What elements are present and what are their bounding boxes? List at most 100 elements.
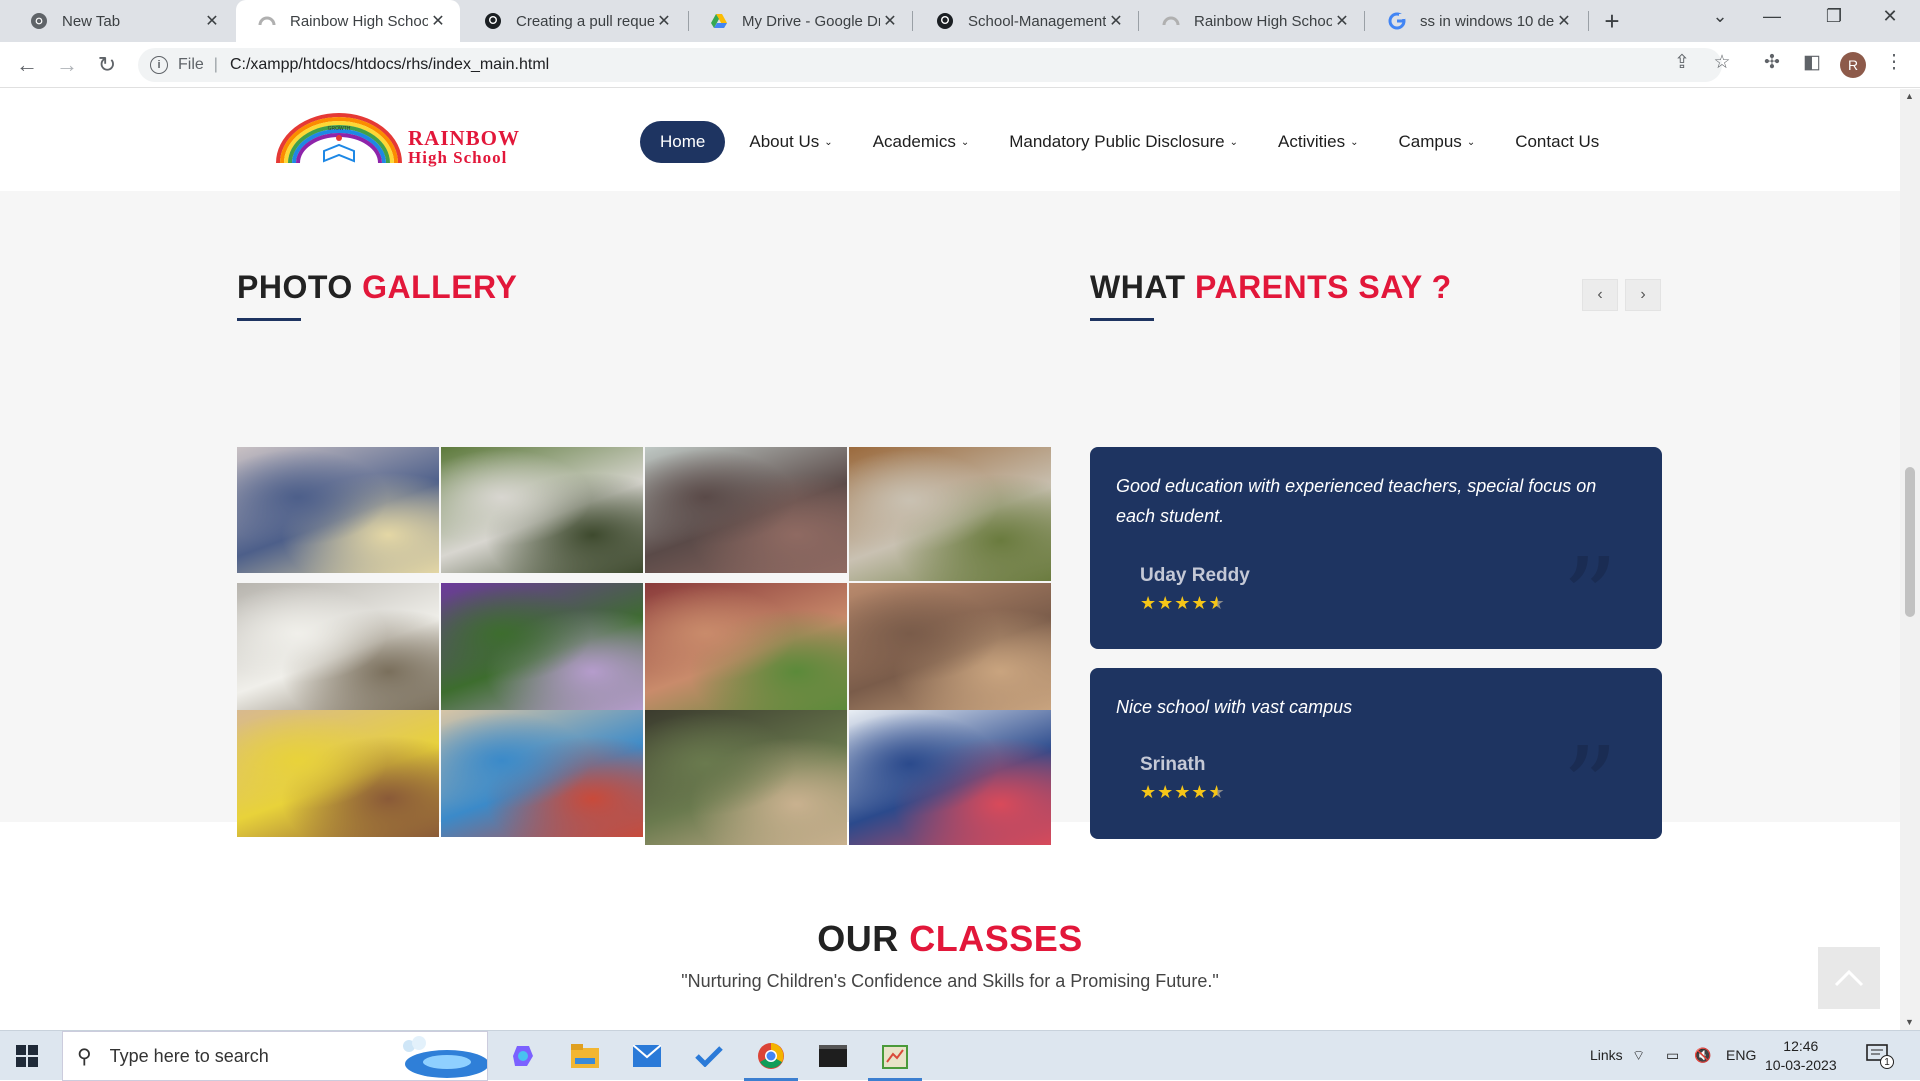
nav-campus[interactable]: Campus ⌄ <box>1383 121 1492 163</box>
menu-kebab-icon[interactable]: ⋮ <box>1880 51 1908 74</box>
tab-close-icon[interactable]: ✕ <box>1332 11 1352 31</box>
nav-about-us[interactable]: About Us ⌄ <box>733 121 848 163</box>
title-red-part: CLASSES <box>909 918 1083 959</box>
gallery-photo[interactable] <box>645 447 847 573</box>
page-scrollbar[interactable]: ▲ ▼ <box>1900 89 1920 1030</box>
bookmark-star-icon[interactable]: ☆ <box>1708 51 1736 74</box>
notification-icon[interactable]: 1 <box>1866 1043 1894 1069</box>
share-icon[interactable]: ⇪ <box>1668 51 1696 74</box>
gallery-photo[interactable] <box>441 447 643 573</box>
gallery-photo[interactable] <box>237 447 439 573</box>
nav-activities[interactable]: Activities ⌄ <box>1262 121 1374 163</box>
gallery-photo[interactable] <box>441 583 643 710</box>
title-red-part: GALLERY <box>362 269 518 305</box>
tab-google-drive[interactable]: My Drive - Google Dri ✕ <box>688 0 912 42</box>
windows-taskbar: ⚲ Type here to search Links ⌔ ▭ 🔇 ENG 12… <box>0 1030 1920 1081</box>
reload-icon[interactable]: ↻ <box>92 50 122 80</box>
gallery-photo[interactable] <box>645 710 847 845</box>
nav-mandatory-public-disclosure[interactable]: Mandatory Public Disclosure ⌄ <box>993 121 1254 163</box>
scroll-down-arrow-icon[interactable]: ▼ <box>1905 1017 1914 1027</box>
browser-tab-strip: New Tab ✕ Rainbow High School ✕ Creating… <box>0 0 1920 42</box>
nav-contact-us[interactable]: Contact Us <box>1499 121 1615 163</box>
nav-about-us-label: About Us <box>749 132 820 151</box>
gallery-photo[interactable] <box>645 583 847 710</box>
tab-search-chevron-icon[interactable]: ⌄ <box>1700 6 1740 27</box>
testimonial-quote: Nice school with vast campus <box>1116 697 1353 717</box>
back-arrow-icon[interactable]: ← <box>12 50 42 80</box>
network-icon[interactable]: ⌔ <box>1632 1047 1645 1065</box>
todo-check-icon[interactable] <box>694 1041 724 1071</box>
nav-academics[interactable]: Academics ⌄ <box>857 121 986 163</box>
logo-text-rainbow: RAINBOW <box>408 126 520 150</box>
scrollbar-thumb[interactable] <box>1905 467 1915 617</box>
tab-close-icon[interactable]: ✕ <box>880 11 900 31</box>
tab-close-icon[interactable]: ✕ <box>202 11 222 31</box>
tab-close-icon[interactable]: ✕ <box>1554 11 1574 31</box>
minimize-icon[interactable]: — <box>1752 6 1792 27</box>
tab-rainbow-high-school-active[interactable]: Rainbow High School ✕ <box>236 0 460 42</box>
restore-icon[interactable]: ❐ <box>1814 6 1854 27</box>
gallery-photo[interactable] <box>849 710 1051 845</box>
tab-close-icon[interactable]: ✕ <box>1106 11 1126 31</box>
battery-icon[interactable]: ▭ <box>1666 1047 1679 1064</box>
title-underline <box>1090 318 1154 321</box>
school-logo[interactable]: GROWTH RAINBOW High School <box>272 111 548 167</box>
terminal-icon[interactable] <box>818 1041 848 1071</box>
tab-close-icon[interactable]: ✕ <box>428 11 448 31</box>
copilot-icon[interactable] <box>508 1041 538 1071</box>
main-nav: Home About Us ⌄ Academics ⌄ Mandatory Publ… <box>640 121 1623 163</box>
taskbar-clock[interactable]: 12:46 10-03-2023 <box>1765 1037 1837 1075</box>
new-tab-plus-icon[interactable]: + <box>1598 7 1626 35</box>
close-window-icon[interactable]: ✕ <box>1870 6 1910 27</box>
scroll-to-top-button[interactable] <box>1818 947 1880 1009</box>
site-header: GROWTH RAINBOW High School Home About Us… <box>0 89 1900 191</box>
testimonial-author: Uday Reddy <box>1140 565 1250 586</box>
google-drive-icon <box>710 12 728 30</box>
language-indicator[interactable]: ENG <box>1726 1047 1756 1063</box>
file-explorer-icon[interactable] <box>570 1041 600 1071</box>
title-underline <box>237 318 301 321</box>
address-bar[interactable]: i File | C:/xampp/htdocs/htdocs/rhs/inde… <box>138 48 1722 82</box>
extensions-puzzle-icon[interactable]: ✣ <box>1758 51 1786 74</box>
gallery-photo[interactable] <box>237 710 439 837</box>
gallery-photo[interactable] <box>849 447 1051 581</box>
tab-title: My Drive - Google Dri <box>742 12 880 30</box>
clock-time: 12:46 <box>1783 1038 1819 1054</box>
url-text[interactable]: C:/xampp/htdocs/htdocs/rhs/index_main.ht… <box>230 56 549 74</box>
carousel-prev-button[interactable]: ‹ <box>1582 279 1618 311</box>
site-info-icon[interactable]: i <box>150 56 168 74</box>
nav-home[interactable]: Home <box>640 121 726 163</box>
mail-icon[interactable] <box>632 1041 662 1071</box>
tray-links-label[interactable]: Links <box>1590 1047 1623 1063</box>
testimonial-author: Srinath <box>1140 754 1206 775</box>
chrome-taskbar-icon[interactable] <box>756 1041 786 1071</box>
nav-campus-label: Campus <box>1398 132 1462 151</box>
tab-title: ss in windows 10 dell <box>1420 12 1554 30</box>
rainbow-favicon-icon <box>258 12 276 30</box>
volume-muted-icon[interactable]: 🔇 <box>1694 1047 1711 1064</box>
tab-divider <box>1364 11 1365 31</box>
gallery-photo[interactable] <box>849 583 1051 710</box>
tab-google-search[interactable]: ss in windows 10 dell ✕ <box>1366 0 1586 42</box>
search-icon: ⚲ <box>77 1045 92 1068</box>
title-red-part: PARENTS SAY ? <box>1194 269 1452 305</box>
tab-close-icon[interactable]: ✕ <box>654 11 674 31</box>
tab-github-school-management[interactable]: School-Management ✕ <box>914 0 1138 42</box>
gallery-photo[interactable] <box>237 583 439 710</box>
gallery-photo[interactable] <box>441 710 643 837</box>
carousel-next-button[interactable]: › <box>1625 279 1661 311</box>
taskbar-search-input[interactable]: ⚲ Type here to search <box>62 1031 488 1081</box>
profile-avatar[interactable]: R <box>1840 52 1866 78</box>
search-highlight-image <box>403 1036 487 1078</box>
side-panel-icon[interactable]: ◧ <box>1798 51 1826 74</box>
app-icon[interactable] <box>880 1041 910 1071</box>
nav-contact-us-label: Contact Us <box>1515 132 1600 151</box>
scroll-up-arrow-icon[interactable]: ▲ <box>1905 91 1914 101</box>
nav-academics-label: Academics <box>872 132 956 151</box>
title-dark-part: WHAT <box>1090 269 1186 305</box>
tab-rainbow-high-school-2[interactable]: Rainbow High School ✕ <box>1140 0 1364 42</box>
forward-arrow-icon[interactable]: → <box>52 50 82 80</box>
tab-new-tab[interactable]: New Tab ✕ <box>8 0 234 42</box>
windows-start-icon[interactable] <box>16 1045 38 1067</box>
tab-github-pull-request[interactable]: Creating a pull reques ✕ <box>462 0 686 42</box>
